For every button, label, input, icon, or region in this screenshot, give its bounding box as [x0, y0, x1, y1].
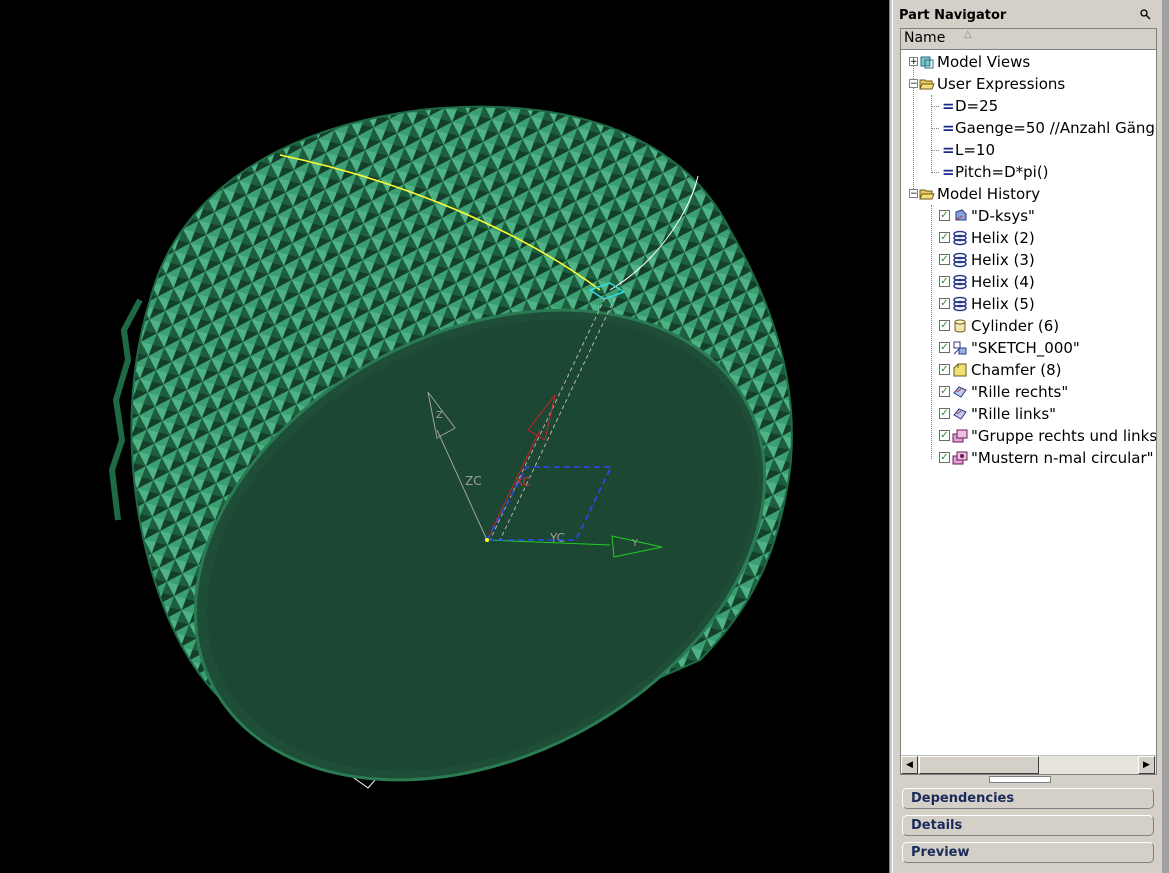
groove-icon — [952, 384, 968, 400]
expression-icon: = — [942, 97, 955, 115]
feature-label: Chamfer (8) — [971, 361, 1062, 379]
groove-icon — [952, 406, 968, 422]
feature-label: "SKETCH_000" — [971, 339, 1080, 357]
feature-item[interactable]: ✓ "Rille links" — [901, 403, 1156, 425]
zc-label: ZC — [465, 474, 482, 488]
folder-open-icon — [919, 76, 935, 92]
feature-item[interactable]: ✓ Chamfer (8) — [901, 359, 1156, 381]
navigator-tree[interactable]: Name △ + Model Views − User Expressions … — [900, 28, 1157, 775]
expression-label: Gaenge=50 //Anzahl Gänge — [955, 119, 1157, 137]
navigator-header: Part Navigator — [893, 4, 1161, 26]
helix-icon — [952, 274, 968, 290]
checkbox-icon[interactable]: ✓ — [939, 452, 950, 463]
feature-label: "Rille rechts" — [971, 383, 1069, 401]
tree-item-model-history[interactable]: − Model History — [901, 183, 1156, 205]
feature-item[interactable]: ✓ Helix (2) — [901, 227, 1156, 249]
feature-label: "Gruppe rechts und links" — [971, 427, 1157, 445]
graphics-viewport[interactable]: ZC Z XC YC Y — [0, 0, 889, 873]
checkbox-icon[interactable]: ✓ — [939, 364, 950, 375]
tree-item-model-views[interactable]: + Model Views — [901, 51, 1156, 73]
horizontal-scrollbar[interactable]: ◀ ▶ — [901, 755, 1156, 774]
feature-label: "Mustern n-mal circular" — [971, 449, 1154, 467]
folder-open-icon — [919, 186, 935, 202]
collapse-icon[interactable]: − — [909, 189, 918, 199]
helix-icon — [952, 296, 968, 312]
preview-panel-button[interactable]: Preview — [902, 842, 1154, 863]
feature-item[interactable]: ✓ Helix (4) — [901, 271, 1156, 293]
feature-item[interactable]: ✓ "SKETCH_000" — [901, 337, 1156, 359]
pin-icon[interactable] — [1139, 8, 1151, 23]
expression-item[interactable]: = D=25 — [901, 95, 1156, 117]
scroll-left-button[interactable]: ◀ — [901, 756, 918, 774]
checkbox-icon[interactable]: ✓ — [939, 408, 950, 419]
feature-label: "Rille links" — [971, 405, 1057, 423]
expression-item[interactable]: = Gaenge=50 //Anzahl Gänge — [901, 117, 1156, 139]
feature-item[interactable]: ✓ Cylinder (6) — [901, 315, 1156, 337]
column-header-label: Name — [904, 30, 946, 46]
cylinder-icon — [952, 318, 968, 334]
checkbox-icon[interactable]: ✓ — [939, 210, 950, 221]
checkbox-icon[interactable]: ✓ — [939, 342, 950, 353]
expression-item[interactable]: = Pitch=D*pi() — [901, 161, 1156, 183]
feature-item[interactable]: ✓ Helix (3) — [901, 249, 1156, 271]
z-tip-label: Z — [436, 410, 443, 421]
expression-item[interactable]: = L=10 — [901, 139, 1156, 161]
feature-label: Helix (2) — [971, 229, 1035, 247]
tree-item-label: Model History — [937, 185, 1041, 203]
expression-label: D=25 — [955, 97, 999, 115]
window-edge — [1162, 0, 1169, 873]
group-icon — [952, 428, 968, 444]
feature-item[interactable]: ✓ "Mustern n-mal circular" — [901, 447, 1156, 469]
checkbox-icon[interactable]: ✓ — [939, 386, 950, 397]
expand-icon[interactable]: + — [909, 57, 918, 67]
navigator-title: Part Navigator — [899, 8, 1007, 23]
collapse-icon[interactable]: − — [909, 79, 918, 89]
feature-item[interactable]: ✓ "D-ksys" — [901, 205, 1156, 227]
expression-label: L=10 — [955, 141, 996, 159]
y-tip-label: Y — [631, 538, 639, 549]
panel-resize-grip[interactable] — [989, 776, 1051, 783]
checkbox-icon[interactable]: ✓ — [939, 320, 950, 331]
pattern-icon — [952, 450, 968, 466]
expression-icon: = — [942, 163, 955, 181]
expression-icon: = — [942, 141, 955, 159]
feature-item[interactable]: ✓ "Gruppe rechts und links" — [901, 425, 1156, 447]
scroll-thumb[interactable] — [919, 756, 1039, 774]
feature-label: Helix (3) — [971, 251, 1035, 269]
tree-item-label: Model Views — [937, 53, 1031, 71]
scroll-right-button[interactable]: ▶ — [1138, 756, 1155, 774]
feature-label: Helix (5) — [971, 295, 1035, 313]
yc-label: YC — [549, 531, 565, 545]
checkbox-icon[interactable]: ✓ — [939, 430, 950, 441]
part-model[interactable]: ZC Z XC YC Y — [0, 0, 889, 873]
model-views-icon — [919, 54, 935, 70]
dependencies-panel-button[interactable]: Dependencies — [902, 788, 1154, 809]
xc-label: XC — [515, 475, 531, 489]
part-navigator: Part Navigator Name △ + Model Views − Us… — [893, 0, 1169, 873]
csys-icon — [952, 208, 968, 224]
sketch-icon — [952, 340, 968, 356]
expression-label: Pitch=D*pi() — [955, 163, 1049, 181]
expression-icon: = — [942, 119, 955, 137]
column-header-name[interactable]: Name △ — [901, 29, 1156, 50]
feature-item[interactable]: ✓ "Rille rechts" — [901, 381, 1156, 403]
tree-item-label: User Expressions — [937, 75, 1066, 93]
feature-label: "D-ksys" — [971, 207, 1035, 225]
helix-icon — [952, 252, 968, 268]
sort-ascending-icon: △ — [964, 29, 972, 40]
checkbox-icon[interactable]: ✓ — [939, 254, 950, 265]
chamfer-icon — [952, 362, 968, 378]
checkbox-icon[interactable]: ✓ — [939, 298, 950, 309]
helix-icon — [952, 230, 968, 246]
checkbox-icon[interactable]: ✓ — [939, 276, 950, 287]
feature-label: Cylinder (6) — [971, 317, 1060, 335]
feature-label: Helix (4) — [971, 273, 1035, 291]
feature-item[interactable]: ✓ Helix (5) — [901, 293, 1156, 315]
tree-item-user-expressions[interactable]: − User Expressions — [901, 73, 1156, 95]
details-panel-button[interactable]: Details — [902, 815, 1154, 836]
checkbox-icon[interactable]: ✓ — [939, 232, 950, 243]
